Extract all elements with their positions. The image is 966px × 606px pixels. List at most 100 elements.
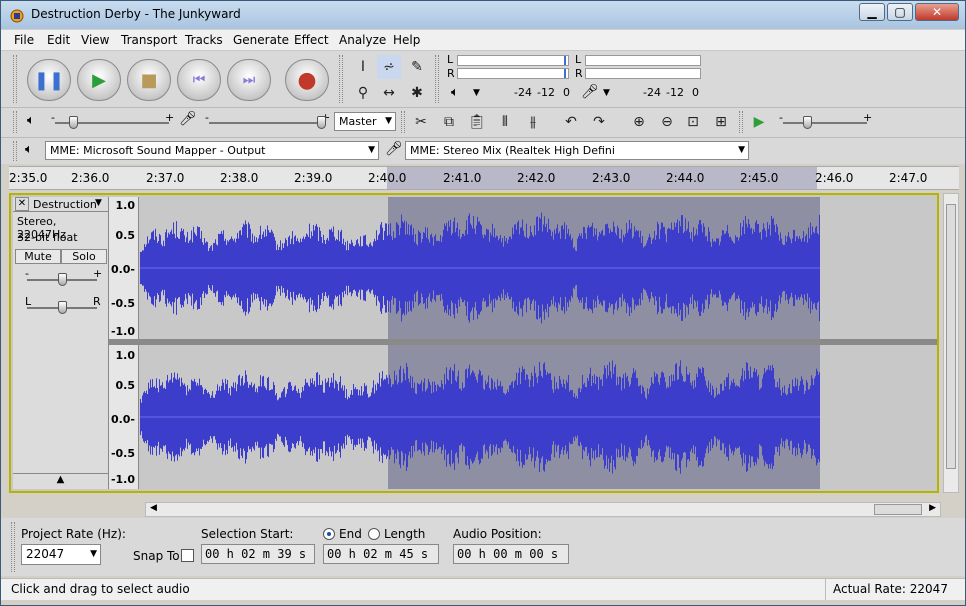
undo-icon[interactable]: ↶ bbox=[559, 110, 583, 134]
horizontal-scrollbar-thumb[interactable] bbox=[874, 504, 922, 515]
input-device-select[interactable]: MME: Stereo Mix (Realtek High Defini ▼ bbox=[405, 141, 749, 160]
trim-icon[interactable]: ⫴ bbox=[493, 110, 517, 134]
envelope-tool-icon[interactable]: ⩫ bbox=[377, 55, 401, 79]
close-button[interactable]: ✕ bbox=[915, 3, 959, 21]
edit-grip[interactable] bbox=[401, 111, 405, 133]
length-radio[interactable] bbox=[368, 528, 380, 540]
mute-button[interactable]: Mute bbox=[15, 249, 61, 264]
output-device-select[interactable]: MME: Microsoft Sound Mapper - Output ▼ bbox=[45, 141, 379, 160]
multi-tool-icon[interactable]: ✱ bbox=[405, 81, 429, 105]
microphone-icon[interactable]: 🎤︎ bbox=[581, 84, 599, 100]
menu-transport[interactable]: Transport bbox=[121, 33, 177, 47]
zoom-in-icon[interactable]: ⊕ bbox=[627, 110, 651, 134]
chevron-down-icon[interactable]: ▼ bbox=[95, 198, 102, 208]
paste-icon[interactable]: 📋︎ bbox=[465, 110, 489, 134]
stop-icon: ■ bbox=[140, 69, 158, 91]
play-at-speed-icon[interactable]: ▶ bbox=[747, 110, 771, 134]
menu-effect[interactable]: Effect bbox=[294, 33, 329, 47]
playat-grip[interactable] bbox=[739, 111, 743, 133]
menu-analyze[interactable]: Analyze bbox=[339, 33, 386, 47]
menu-tracks[interactable]: Tracks bbox=[185, 33, 223, 47]
waveform-right-channel[interactable] bbox=[140, 345, 936, 489]
ruler-label: 2:38.0 bbox=[220, 171, 259, 185]
skip-to-start-button[interactable]: ⏮ bbox=[177, 59, 221, 101]
solo-button[interactable]: Solo bbox=[61, 249, 107, 264]
window-title: Destruction Derby - The Junkyward bbox=[31, 7, 241, 21]
play-meter-left-bar[interactable] bbox=[457, 55, 569, 66]
scale-label: 0.0- bbox=[110, 263, 135, 276]
skip-to-end-button[interactable]: ⏭ bbox=[227, 59, 271, 101]
timeshift-tool-icon[interactable]: ↔ bbox=[377, 81, 401, 105]
play-speed-thumb[interactable] bbox=[803, 116, 812, 129]
tools-grip[interactable] bbox=[339, 55, 343, 103]
selection-grip[interactable] bbox=[11, 522, 15, 572]
cut-icon[interactable]: ✂ bbox=[409, 110, 433, 134]
selection-end-field[interactable]: 00 h 02 m 45 s bbox=[323, 544, 439, 564]
copy-icon[interactable]: ⧉ bbox=[437, 110, 461, 134]
end-radio[interactable] bbox=[323, 528, 335, 540]
selection-start-field[interactable]: 00 h 02 m 39 s bbox=[201, 544, 315, 564]
menu-edit[interactable]: Edit bbox=[47, 33, 70, 47]
scroll-right-icon[interactable]: ▶ bbox=[929, 503, 936, 513]
timeline-ruler[interactable]: 2:35.0 2:36.0 2:37.0 2:38.0 2:39.0 2:40.… bbox=[9, 166, 959, 190]
pause-button[interactable]: ❚❚ bbox=[27, 59, 71, 101]
vertical-ruler-right-channel: 1.0 0.5 0.0- -0.5 -1.0 bbox=[109, 345, 139, 489]
play-button[interactable]: ▶ bbox=[77, 59, 121, 101]
record-meter-left-bar[interactable] bbox=[585, 55, 701, 66]
pan-slider-thumb[interactable] bbox=[58, 301, 67, 314]
record-meter-right-bar[interactable] bbox=[585, 68, 701, 79]
play-speed-slider[interactable] bbox=[783, 122, 867, 124]
track-name-button[interactable]: Destruction bbox=[33, 198, 97, 211]
snap-to-checkbox[interactable] bbox=[181, 549, 194, 562]
draw-tool-icon[interactable]: ✎ bbox=[405, 55, 429, 79]
gain-slider-thumb[interactable] bbox=[58, 273, 67, 286]
toolbar-grip[interactable] bbox=[13, 55, 17, 103]
audacity-app-icon bbox=[10, 9, 24, 23]
skip-start-icon: ⏮ bbox=[192, 72, 206, 88]
stop-button[interactable]: ■ bbox=[127, 59, 171, 101]
minimize-button[interactable]: ▁ bbox=[859, 3, 885, 21]
waveform-left-channel[interactable] bbox=[140, 197, 936, 339]
silence-icon[interactable]: ⫵ bbox=[521, 110, 545, 134]
menu-file[interactable]: File bbox=[14, 33, 34, 47]
output-device-icon: 🔈︎ bbox=[25, 142, 33, 157]
speaker-icon[interactable]: 🔈︎ bbox=[451, 85, 459, 100]
fit-project-icon[interactable]: ⊞ bbox=[709, 110, 733, 134]
meter-grip[interactable] bbox=[435, 55, 439, 103]
fit-selection-icon[interactable]: ⊡ bbox=[681, 110, 705, 134]
close-track-icon[interactable]: ✕ bbox=[15, 197, 29, 211]
play-meter-dropdown-icon[interactable]: ▼ bbox=[473, 88, 480, 98]
redo-icon[interactable]: ↷ bbox=[587, 110, 611, 134]
output-volume-thumb[interactable] bbox=[69, 116, 78, 129]
track-info-bits: 32-bit float bbox=[17, 231, 78, 244]
title-bar: Destruction Derby - The Junkyward ▁ ▢ ✕ bbox=[1, 1, 965, 29]
scroll-left-icon[interactable]: ◀ bbox=[150, 503, 157, 513]
ruler-label: 2:37.0 bbox=[146, 171, 185, 185]
menu-generate[interactable]: Generate bbox=[233, 33, 289, 47]
collapse-track-icon[interactable]: ▲ bbox=[13, 473, 108, 489]
play-meter-right-bar[interactable] bbox=[457, 68, 569, 79]
vertical-scrollbar-thumb[interactable] bbox=[946, 204, 956, 469]
horizontal-scrollbar[interactable]: ◀ ▶ bbox=[145, 502, 941, 517]
input-volume-thumb[interactable] bbox=[317, 116, 326, 129]
scale-label: 1.0 bbox=[115, 349, 136, 362]
menu-view[interactable]: View bbox=[81, 33, 109, 47]
device-grip[interactable] bbox=[13, 141, 17, 161]
vertical-scrollbar[interactable] bbox=[943, 193, 959, 493]
record-button[interactable]: ● bbox=[285, 59, 329, 101]
zoom-tool-icon[interactable]: ⚲ bbox=[351, 81, 375, 105]
project-rate-label: Project Rate (Hz): bbox=[21, 527, 126, 541]
zoom-out-icon[interactable]: ⊖ bbox=[655, 110, 679, 134]
play-icon: ▶ bbox=[92, 69, 106, 91]
input-volume-slider[interactable] bbox=[209, 122, 325, 124]
maximize-button[interactable]: ▢ bbox=[887, 3, 913, 21]
length-label: Length bbox=[384, 527, 426, 541]
record-meter-dropdown-icon[interactable]: ▼ bbox=[603, 88, 610, 98]
input-source-select[interactable]: Master ▼ bbox=[334, 112, 396, 131]
mixer-grip[interactable] bbox=[13, 111, 17, 133]
selection-tool-icon[interactable]: I bbox=[351, 55, 375, 79]
project-rate-select[interactable]: 22047 ▼ bbox=[21, 544, 101, 565]
menu-help[interactable]: Help bbox=[393, 33, 420, 47]
scale-label: 1.0 bbox=[115, 199, 136, 212]
audio-position-field[interactable]: 00 h 00 m 00 s bbox=[453, 544, 569, 564]
